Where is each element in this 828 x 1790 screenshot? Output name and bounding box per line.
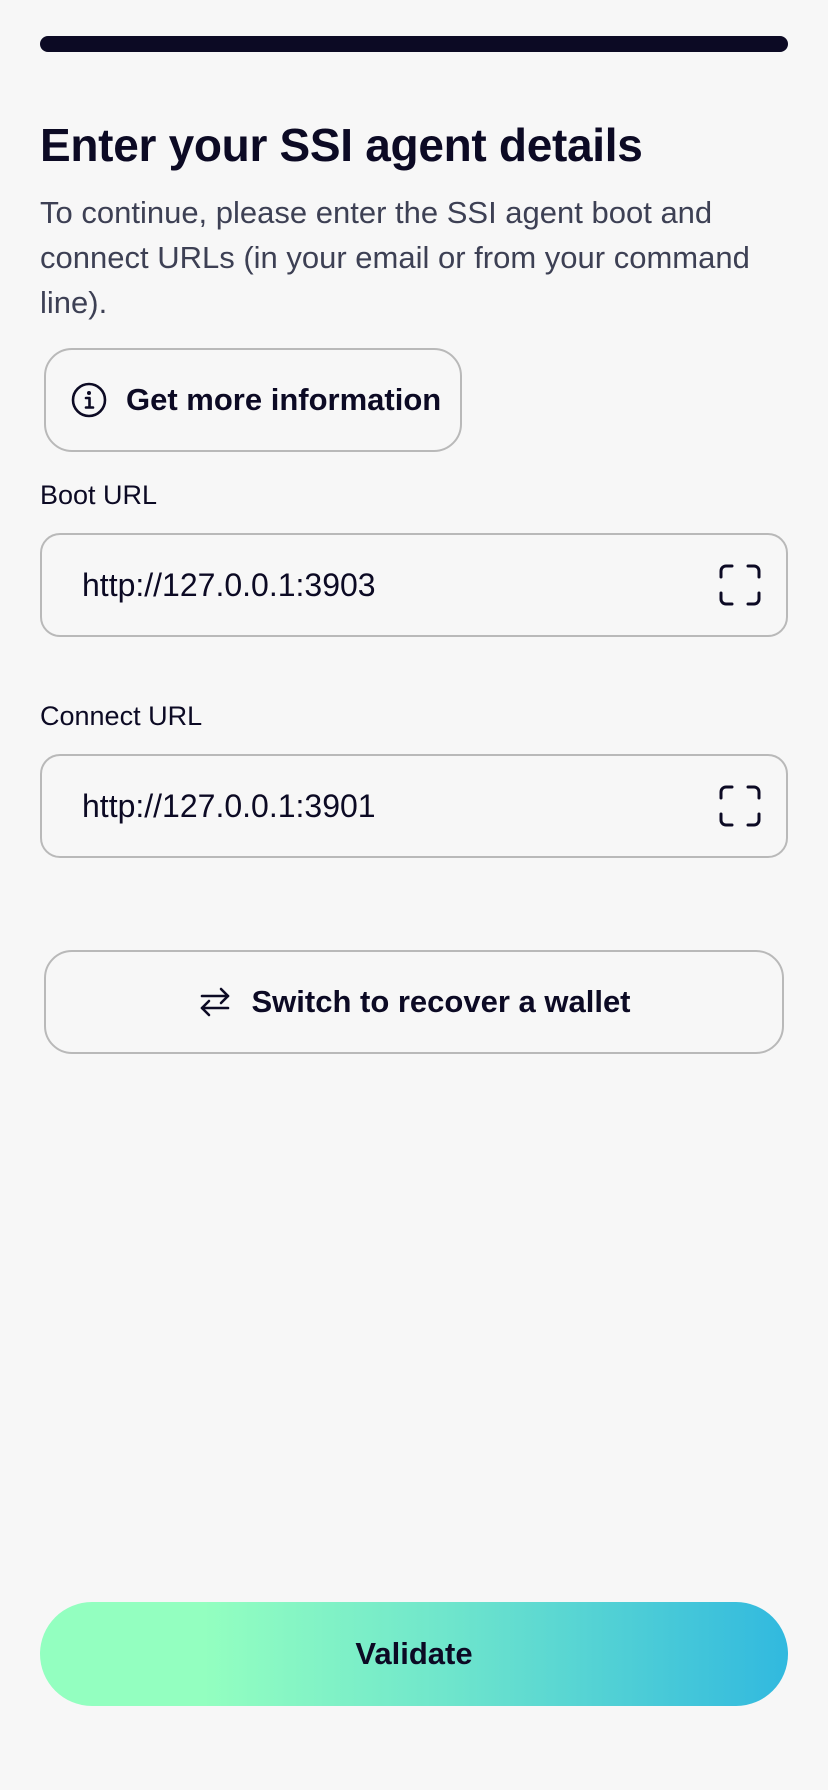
- connect-url-field: [40, 754, 788, 858]
- validate-button[interactable]: Validate: [40, 1602, 788, 1706]
- boot-url-label: Boot URL: [40, 480, 158, 510]
- page-title: Enter your SSI agent details: [40, 119, 643, 171]
- connect-url-input[interactable]: [42, 756, 718, 856]
- switch-to-recover-wallet-button[interactable]: Switch to recover a wallet: [44, 950, 784, 1054]
- swap-arrows-icon: [197, 984, 233, 1020]
- boot-url-field: [40, 533, 788, 637]
- connect-url-label: Connect URL: [40, 701, 203, 731]
- validate-label: Validate: [355, 1636, 473, 1671]
- scan-frame-icon[interactable]: [718, 784, 762, 828]
- ssi-agent-setup-screen: Enter your SSI agent details To continue…: [0, 0, 828, 1790]
- info-circle-icon: [70, 381, 108, 419]
- switch-to-recover-wallet-label: Switch to recover a wallet: [251, 984, 631, 1019]
- progress-bar: [40, 36, 788, 52]
- page-subtitle: To continue, please enter the SSI agent …: [40, 195, 750, 320]
- get-more-information-button[interactable]: Get more information: [44, 348, 462, 452]
- scan-frame-icon[interactable]: [718, 563, 762, 607]
- boot-url-input[interactable]: [42, 535, 718, 635]
- get-more-information-label: Get more information: [126, 382, 442, 417]
